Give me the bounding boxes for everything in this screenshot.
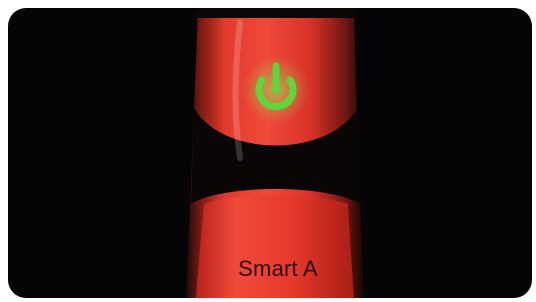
toothbrush-handle-illustration: [186, 8, 364, 298]
product-image-frame: Smart A: [8, 8, 532, 298]
model-label: Smart A: [238, 256, 318, 281]
